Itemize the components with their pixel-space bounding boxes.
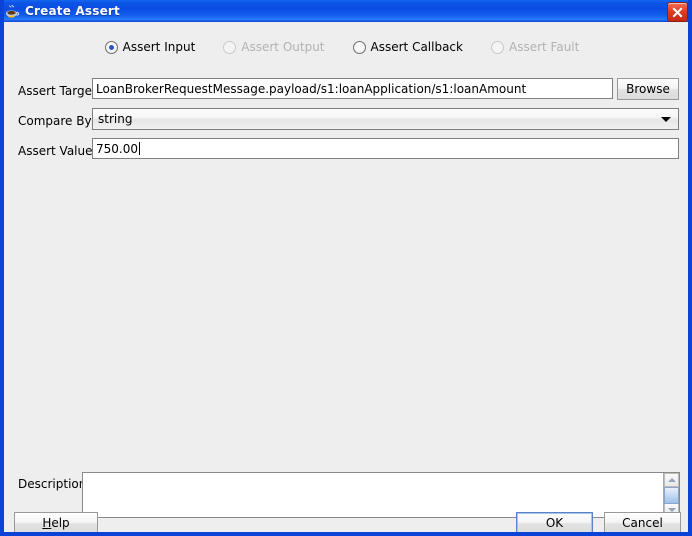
cancel-label: Cancel <box>622 516 663 530</box>
assert-value-value: 750.00 <box>96 142 138 156</box>
scroll-up-icon[interactable] <box>664 473 679 487</box>
radio-dot-icon <box>105 41 118 54</box>
scrollbar-thumb[interactable] <box>664 487 679 504</box>
help-label: Help <box>42 516 69 530</box>
assert-target-input[interactable]: LoanBrokerRequestMessage.payload/s1:loan… <box>92 78 613 99</box>
ok-label: OK <box>546 516 563 530</box>
assert-value-input[interactable]: 750.00 <box>92 138 679 159</box>
dialog-body: Assert Input Assert Output Assert Callba… <box>0 22 684 532</box>
radio-dot-icon <box>491 41 504 54</box>
compare-by-select[interactable]: string <box>92 108 679 130</box>
browse-button[interactable]: Browse <box>617 78 679 100</box>
radio-dot-icon <box>223 41 236 54</box>
close-icon[interactable] <box>667 2 688 22</box>
description-label: Description: <box>18 477 90 491</box>
radio-assert-output: Assert Output <box>223 40 324 54</box>
help-button[interactable]: Help <box>14 512 98 534</box>
assert-target-value: LoanBrokerRequestMessage.payload/s1:loan… <box>96 82 526 96</box>
description-value[interactable] <box>83 473 663 517</box>
cancel-button[interactable]: Cancel <box>604 512 681 534</box>
create-assert-dialog: Create Assert Assert Input Assert Output… <box>0 0 692 536</box>
window-title: Create Assert <box>25 4 120 18</box>
ok-button[interactable]: OK <box>516 512 593 534</box>
compare-by-label: Compare By: <box>18 114 95 128</box>
radio-label: Assert Fault <box>509 40 579 54</box>
text-caret <box>139 142 140 155</box>
triangle-up-icon <box>668 478 676 482</box>
title-bar: Create Assert <box>0 0 692 22</box>
radio-label: Assert Input <box>123 40 196 54</box>
radio-label: Assert Callback <box>371 40 463 54</box>
scrollbar-track[interactable] <box>664 487 679 503</box>
compare-by-value: string <box>98 112 132 126</box>
assert-target-label: Assert Target: <box>18 84 101 98</box>
assert-type-radio-group: Assert Input Assert Output Assert Callba… <box>0 40 684 54</box>
browse-label: Browse <box>626 82 670 96</box>
radio-assert-input[interactable]: Assert Input <box>105 40 196 54</box>
description-scrollbar[interactable] <box>663 473 679 517</box>
radio-dot-icon <box>353 41 366 54</box>
radio-assert-callback[interactable]: Assert Callback <box>353 40 463 54</box>
assert-value-label: Assert Value: <box>18 144 97 158</box>
chevron-down-icon <box>661 117 671 122</box>
java-coffee-cup-icon <box>4 3 20 19</box>
radio-assert-fault: Assert Fault <box>491 40 579 54</box>
radio-label: Assert Output <box>241 40 324 54</box>
